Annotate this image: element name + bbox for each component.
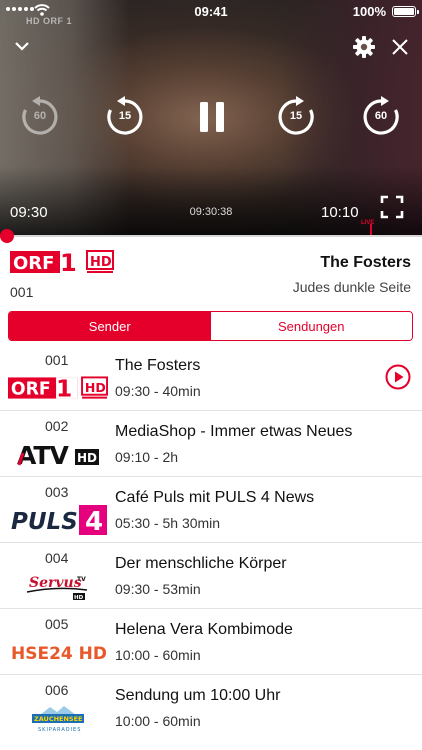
pause-icon — [200, 102, 224, 132]
play-circle-icon[interactable] — [385, 364, 411, 390]
svg-text:SKIPARADIES: SKIPARADIES — [38, 727, 81, 733]
tab-sender[interactable]: Sender — [9, 312, 211, 340]
channel-row[interactable]: 001 ORF 1 HD The Fosters 09:30 - 40min — [0, 345, 422, 411]
svg-text:HD: HD — [77, 451, 97, 465]
now-playing-number: 001 — [10, 284, 34, 300]
now-playing: ORF 1 HD 001 The Fosters Judes dunkle Se… — [0, 238, 422, 304]
channel-meta: 10:00 - 60min — [115, 713, 201, 729]
channel-number: 002 — [45, 418, 69, 434]
channel-row[interactable]: 004 Servus TV HD Der menschliche Körper … — [0, 543, 422, 609]
channel-number: 003 — [45, 484, 69, 500]
rewind-60-label: 60 — [33, 110, 47, 122]
progress-track[interactable] — [0, 235, 422, 237]
channel-row[interactable]: 005 HSE24 HD Helena Vera Kombimode 10:00… — [0, 609, 422, 675]
channel-list: 001 ORF 1 HD The Fosters 09:30 - 40min 0… — [0, 345, 422, 741]
channel-meta: 09:10 - 2h — [115, 449, 179, 465]
video-overlay-bottom — [0, 166, 422, 236]
svg-text:4: 4 — [85, 507, 103, 535]
forward-15-button[interactable]: 15 — [274, 95, 318, 139]
channel-number: 005 — [45, 616, 69, 632]
svg-text:ORF: ORF — [11, 380, 51, 400]
channel-title: Helena Vera Kombimode — [115, 621, 293, 638]
channel-number: 004 — [45, 550, 69, 566]
channel-meta: 10:00 - 60min — [115, 647, 201, 663]
zauchensee-logo: ZAUCHENSEE SKIPARADIES — [8, 703, 108, 733]
tab-sendungen[interactable]: Sendungen — [210, 312, 412, 340]
svg-text:1: 1 — [60, 250, 77, 274]
view-toggle: Sender Sendungen — [8, 311, 413, 341]
gear-icon[interactable] — [350, 33, 378, 61]
hse24-logo: HSE24 HD — [8, 637, 108, 667]
now-playing-title: The Fosters — [320, 254, 411, 271]
rewind-60-button[interactable]: 60 — [18, 95, 62, 139]
channel-row[interactable]: 002 ATV HD MediaShop - Immer etwas Neues… — [0, 411, 422, 477]
channel-meta: 09:30 - 40min — [115, 383, 201, 399]
chevron-down-icon[interactable] — [10, 36, 34, 56]
svg-text:HD: HD — [90, 255, 112, 270]
forward-60-label: 60 — [374, 110, 388, 122]
svg-text:1: 1 — [56, 377, 72, 400]
rewind-15-label: 15 — [118, 110, 132, 122]
forward-15-label: 15 — [289, 110, 303, 122]
servustv-logo: Servus TV HD — [8, 571, 108, 601]
live-label: LIVE — [361, 220, 375, 226]
channel-row[interactable]: 003 PULS 4 Café Puls mit PULS 4 News 05:… — [0, 477, 422, 543]
channel-title: Der menschliche Körper — [115, 555, 287, 572]
svg-text:HD: HD — [85, 380, 106, 395]
channel-meta: 09:30 - 53min — [115, 581, 201, 597]
current-time: 09:30:38 — [189, 206, 233, 218]
channel-row[interactable]: 006 ZAUCHENSEE SKIPARADIES Sendung um 10… — [0, 675, 422, 741]
svg-text:ATV: ATV — [17, 441, 69, 467]
channel-title: MediaShop - Immer etwas Neues — [115, 423, 353, 440]
video-player[interactable]: 09:41 100% HD ORF 1 60 15 15 60 09:30 09… — [0, 0, 422, 236]
now-playing-subtitle: Judes dunkle Seite — [292, 279, 411, 295]
rewind-15-button[interactable]: 15 — [103, 95, 147, 139]
channel-number: 006 — [45, 682, 69, 698]
channel-title: The Fosters — [115, 357, 201, 374]
channel-title: Café Puls mit PULS 4 News — [115, 489, 315, 506]
svg-text:ZAUCHENSEE: ZAUCHENSEE — [34, 715, 82, 723]
svg-text:HSE24 HD: HSE24 HD — [11, 644, 106, 663]
orf1-logo: ORF 1 HD — [8, 373, 108, 403]
svg-text:TV: TV — [77, 576, 86, 583]
svg-text:ORF: ORF — [13, 253, 54, 274]
battery-percent: 100% — [352, 4, 386, 19]
puls4-logo: PULS 4 — [8, 505, 108, 535]
svg-text:PULS: PULS — [11, 509, 78, 535]
channel-meta: 05:30 - 5h 30min — [115, 515, 221, 531]
atv-logo: ATV HD — [8, 439, 108, 469]
end-time: 10:10 — [321, 204, 359, 221]
channel-title: Sendung um 10:00 Uhr — [115, 687, 281, 704]
pause-button[interactable] — [190, 96, 234, 140]
forward-60-button[interactable]: 60 — [359, 95, 403, 139]
battery-icon — [392, 6, 419, 17]
channel-number: 001 — [45, 352, 69, 368]
channel-watermark: HD ORF 1 — [26, 16, 73, 26]
close-icon[interactable] — [388, 35, 412, 59]
svg-text:HD: HD — [74, 595, 84, 601]
orf1-logo: ORF 1 HD — [10, 249, 114, 279]
fullscreen-icon[interactable] — [378, 193, 406, 221]
